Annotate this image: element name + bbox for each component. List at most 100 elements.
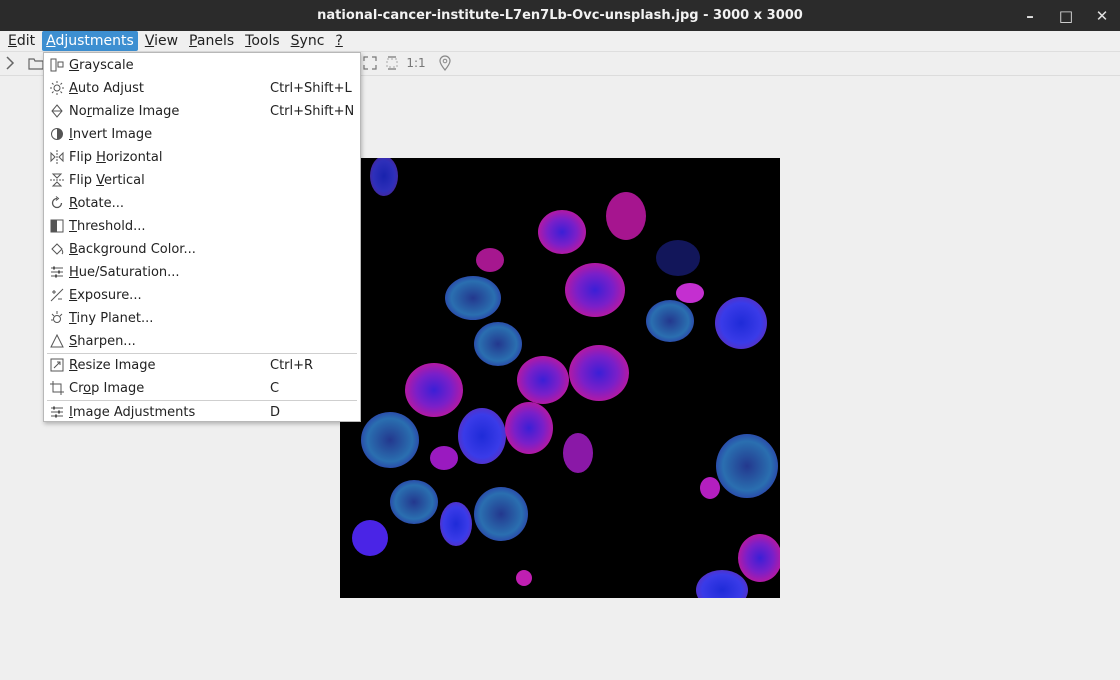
menu-item-grayscale[interactable]: Grayscale xyxy=(44,54,360,77)
menu-label-part: ackground Color... xyxy=(77,242,196,257)
menu-label-part: malize Image xyxy=(91,104,180,119)
close-button[interactable]: ✕ xyxy=(1084,0,1120,31)
normalize-icon xyxy=(50,104,64,118)
menu-label-part: T xyxy=(69,311,77,326)
menu-label-part: esize Image xyxy=(77,358,156,373)
title-bar: national-cancer-institute-L7en7Lb-Ovc-un… xyxy=(0,0,1120,31)
menu-item-resize[interactable]: Resize Image Ctrl+R xyxy=(44,354,360,377)
menu-label-part: P xyxy=(189,33,197,49)
fit-screen-icon[interactable] xyxy=(362,55,378,71)
menu-item-paint-bucket[interactable]: Background Color... xyxy=(44,238,360,261)
menu-item-label: Exposure... xyxy=(69,288,142,303)
menu-label-part: ync xyxy=(299,33,325,49)
menu-label-part: nvert Image xyxy=(72,127,153,142)
menu-4[interactable]: Tools xyxy=(241,31,284,51)
menu-item-label: Sharpen... xyxy=(69,334,136,349)
menu-label-part: rayscale xyxy=(79,58,134,73)
menu-item-sharpen[interactable]: Sharpen... xyxy=(44,330,360,353)
menu-item-flip-horizontal[interactable]: Flip Horizontal xyxy=(44,146,360,169)
menu-item-sun[interactable]: Auto Adjust Ctrl+Shift+L xyxy=(44,77,360,100)
menu-item-invert[interactable]: Invert Image xyxy=(44,123,360,146)
location-pin-icon[interactable] xyxy=(437,55,453,71)
tiny-planet-icon xyxy=(50,311,64,325)
chevron-right-icon[interactable] xyxy=(2,55,18,71)
menu-item-label: Invert Image xyxy=(69,127,152,142)
menu-label-part: ools xyxy=(251,33,280,49)
menu-0[interactable]: Edit xyxy=(4,31,39,51)
fit-width-icon[interactable] xyxy=(384,55,400,71)
menu-bar: Edit Adjustments View Panels Tools Sync? xyxy=(0,31,1120,52)
menu-label-part: iew xyxy=(154,33,179,49)
adjustments-menu: Grayscale Auto Adjust Ctrl+Shift+L Normaliz… xyxy=(43,52,361,422)
paint-bucket-icon xyxy=(50,242,64,256)
menu-5[interactable]: Sync xyxy=(287,31,329,51)
menu-item-label: Flip Horizontal xyxy=(69,150,162,165)
menu-item-sliders[interactable]: Hue/Saturation... xyxy=(44,261,360,284)
menu-item-tiny-planet[interactable]: Tiny Planet... xyxy=(44,307,360,330)
folder-icon[interactable] xyxy=(28,55,44,71)
menu-label-part: hreshold... xyxy=(76,219,146,234)
menu-item-label: Flip Vertical xyxy=(69,173,145,188)
menu-label-part: H xyxy=(96,150,106,165)
rotate-icon xyxy=(50,196,64,210)
menu-item-label: Normalize Image xyxy=(69,104,179,119)
menu-label-part: V xyxy=(144,33,155,49)
menu-label-part: iny Planet... xyxy=(76,311,154,326)
menu-item-exposure[interactable]: Exposure... xyxy=(44,284,360,307)
menu-label-part: G xyxy=(69,58,80,73)
menu-item-label: Resize Image xyxy=(69,358,156,373)
menu-item-threshold[interactable]: Threshold... xyxy=(44,215,360,238)
resize-icon xyxy=(50,358,64,372)
menu-label-part: o xyxy=(83,381,92,396)
menu-label-part: S xyxy=(290,33,300,49)
cells-image xyxy=(352,158,780,598)
menu-label-part: otate... xyxy=(77,196,124,211)
maximize-button[interactable]: □ xyxy=(1048,0,1084,31)
menu-label-part: harpen... xyxy=(77,334,136,349)
menu-item-label: Crop Image xyxy=(69,381,144,396)
menu-item-normalize[interactable]: Normalize Image Ctrl+Shift+N xyxy=(44,100,360,123)
menu-label-part: xposure... xyxy=(77,288,142,303)
menu-label-part: orizontal xyxy=(105,150,163,165)
menu-label-part: dit xyxy=(16,33,36,49)
menu-label-part: Flip xyxy=(69,173,97,188)
menu-label-part: E xyxy=(69,288,78,303)
menu-2[interactable]: View xyxy=(141,31,182,51)
menu-6[interactable]: ? xyxy=(331,31,346,51)
menu-item-shortcut: Ctrl+Shift+L xyxy=(270,81,352,96)
minimize-button[interactable]: – xyxy=(1012,0,1048,31)
exposure-icon xyxy=(50,288,64,302)
actual-size-icon[interactable]: 1:1 xyxy=(406,55,426,71)
menu-label-part: H xyxy=(69,265,79,280)
menu-label-part: anels xyxy=(196,33,235,49)
menu-item-label: Grayscale xyxy=(69,58,134,73)
flip-horizontal-icon xyxy=(50,150,64,164)
menu-item-crop[interactable]: Crop Image C xyxy=(44,377,360,400)
menu-item-rotate[interactable]: Rotate... xyxy=(44,192,360,215)
sliders-icon xyxy=(50,265,64,279)
menu-item-shortcut: C xyxy=(270,381,280,396)
menu-label-part: djustments xyxy=(55,33,134,49)
menu-label-part: T xyxy=(69,219,77,234)
menu-item-shortcut: Ctrl+Shift+N xyxy=(270,104,355,119)
menu-item-label: Tiny Planet... xyxy=(69,311,153,326)
menu-1[interactable]: Adjustments xyxy=(42,31,138,51)
menu-label-part: E xyxy=(8,33,17,49)
menu-item-flip-vertical[interactable]: Flip Vertical xyxy=(44,169,360,192)
grayscale-icon xyxy=(50,58,64,72)
menu-label-part: p Image xyxy=(91,381,145,396)
menu-item-sliders[interactable]: Image Adjustments D xyxy=(44,401,360,424)
menu-item-label: Threshold... xyxy=(69,219,145,234)
menu-label-part: uto Adjust xyxy=(77,81,144,96)
sun-icon xyxy=(50,81,64,95)
menu-item-label: Image Adjustments xyxy=(69,405,195,420)
menu-3[interactable]: Panels xyxy=(185,31,238,51)
image-view[interactable] xyxy=(340,158,780,598)
menu-label-part: ue/Saturation... xyxy=(78,265,180,280)
menu-item-label: Hue/Saturation... xyxy=(69,265,180,280)
menu-item-label: Auto Adjust xyxy=(69,81,144,96)
window-title: national-cancer-institute-L7en7Lb-Ovc-un… xyxy=(317,8,803,23)
menu-item-shortcut: D xyxy=(270,405,281,420)
menu-label-part: Cr xyxy=(69,381,84,396)
threshold-icon xyxy=(50,219,64,233)
